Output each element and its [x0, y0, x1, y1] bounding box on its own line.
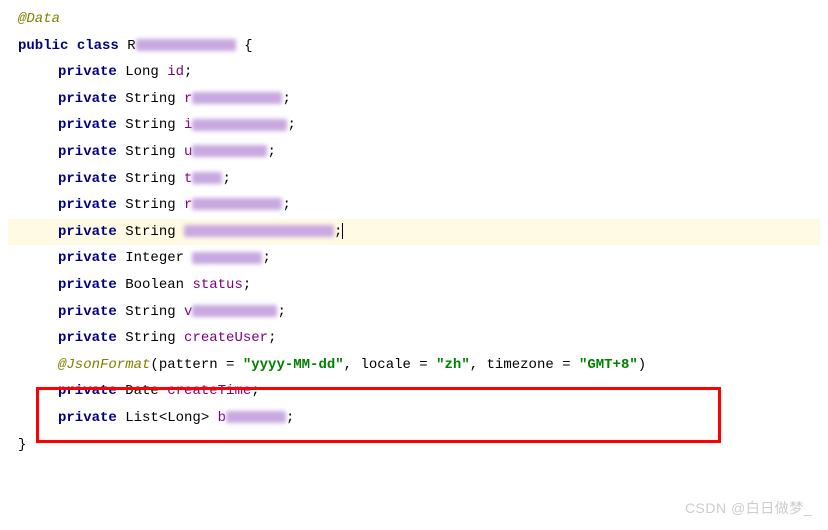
watermark: CSDN @白日做梦_: [685, 495, 812, 522]
text-caret: [342, 223, 343, 239]
code-line: private String v;: [8, 299, 820, 326]
code-line: private Long id;: [8, 59, 820, 86]
code-line: @Data: [8, 6, 820, 33]
code-line: private Date createTime;: [8, 378, 820, 405]
code-line: private String u;: [8, 139, 820, 166]
code-line: }: [8, 432, 820, 459]
code-line: private String t;: [8, 166, 820, 193]
code-line: private String createUser;: [8, 325, 820, 352]
code-line: private Boolean status;: [8, 272, 820, 299]
code-line-jsonformat: @JsonFormat(pattern = "yyyy-MM-dd", loca…: [8, 352, 820, 379]
code-line-highlighted: private String ;: [8, 219, 820, 246]
code-line: private List<Long> b;: [8, 405, 820, 432]
code-line: private String r;: [8, 192, 820, 219]
annotation-data: @Data: [18, 11, 60, 27]
code-line: public class R {: [8, 33, 820, 60]
code-line: private String r;: [8, 86, 820, 113]
code-line: private Integer ;: [8, 245, 820, 272]
code-line: private String i;: [8, 112, 820, 139]
